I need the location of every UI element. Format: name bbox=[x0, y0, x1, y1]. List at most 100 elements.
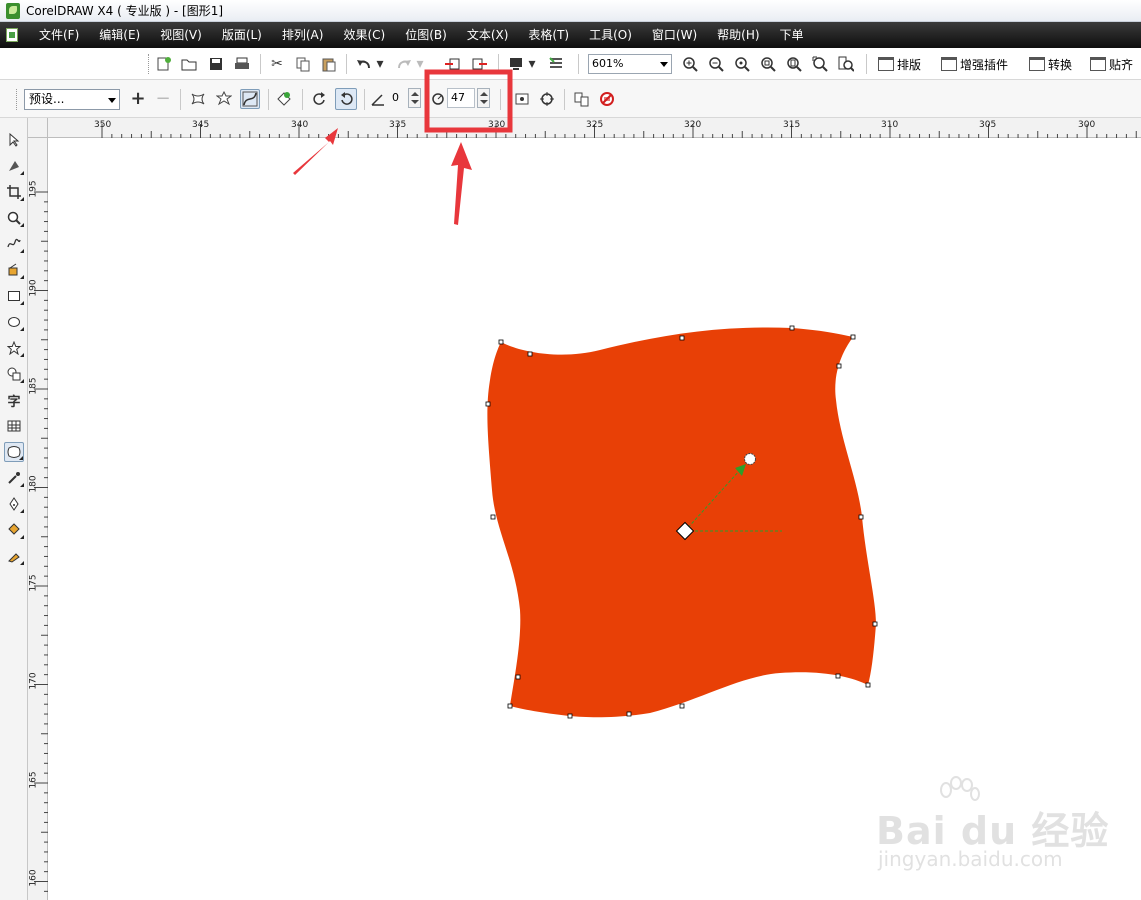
convert-distortion-icon[interactable] bbox=[537, 89, 557, 109]
export-icon[interactable] bbox=[470, 54, 490, 74]
convert-icon bbox=[1029, 57, 1045, 71]
coreldraw-window: CorelDRAW X4 ( 专业版 ) - [图形1] 文件(F) 编辑(E)… bbox=[0, 0, 1141, 900]
undo-dropdown-icon[interactable]: ▾ bbox=[374, 54, 386, 74]
menu-effects[interactable]: 效果(C) bbox=[332, 22, 394, 48]
menu-order[interactable]: 下单 bbox=[769, 22, 813, 48]
zoom-out-icon[interactable] bbox=[706, 54, 726, 74]
rectangle-tool[interactable] bbox=[4, 286, 24, 306]
zoom-page-width-icon[interactable] bbox=[810, 54, 830, 74]
menu-view[interactable]: 视图(V) bbox=[149, 22, 211, 48]
watermark-url: jingyan.baidu.com bbox=[878, 847, 1063, 871]
application-launcher-icon[interactable] bbox=[506, 54, 526, 74]
redo-icon[interactable] bbox=[394, 54, 414, 74]
paste-icon[interactable] bbox=[319, 54, 339, 74]
freehand-tool[interactable] bbox=[4, 234, 24, 254]
welcome-screen-icon[interactable] bbox=[546, 54, 566, 74]
menu-window[interactable]: 窗口(W) bbox=[641, 22, 706, 48]
additional-degrees-icon bbox=[430, 89, 446, 109]
zoom-tool[interactable] bbox=[4, 208, 24, 228]
clockwise-rotation-icon[interactable] bbox=[310, 89, 330, 109]
menu-help[interactable]: 帮助(H) bbox=[706, 22, 768, 48]
zoom-page-height-icon[interactable] bbox=[836, 54, 856, 74]
eyedropper-tool[interactable] bbox=[4, 468, 24, 488]
polygon-tool[interactable] bbox=[4, 338, 24, 358]
delete-preset-icon[interactable]: − bbox=[153, 89, 173, 109]
ruler-label-300: 300 bbox=[1078, 120, 1096, 130]
vertical-ruler[interactable]: 195 190 185 180 175 170 165 160 bbox=[28, 138, 48, 900]
zoom-selected-icon[interactable] bbox=[732, 54, 752, 74]
plugin-button-snap[interactable]: 贴齐 bbox=[1090, 54, 1133, 74]
ruler-origin[interactable] bbox=[28, 118, 48, 138]
interactive-distortion-tool[interactable] bbox=[4, 442, 24, 462]
ruler-label-315: 315 bbox=[783, 120, 801, 130]
complete-rotations-field[interactable]: 0 bbox=[388, 88, 408, 108]
pick-tool[interactable] bbox=[4, 130, 24, 150]
complete-rotations-value: 0 bbox=[392, 91, 399, 104]
typeset-icon bbox=[878, 57, 894, 71]
standard-toolbar: ✂ ▾ ▾ ▾ 601% 排版 增强插件 转换 贴齐 bbox=[0, 48, 1141, 80]
menu-edit[interactable]: 编辑(E) bbox=[88, 22, 149, 48]
zoom-level-select[interactable]: 601% bbox=[588, 54, 672, 74]
undo-icon[interactable] bbox=[354, 54, 374, 74]
ruler-label-310: 310 bbox=[881, 120, 899, 130]
preset-value: 预设... bbox=[29, 92, 65, 106]
table-tool[interactable] bbox=[4, 416, 24, 436]
zipper-distortion-icon[interactable] bbox=[214, 89, 234, 109]
outline-pen-tool[interactable] bbox=[4, 494, 24, 514]
zoom-all-objects-icon[interactable] bbox=[758, 54, 778, 74]
add-new-distortion-icon[interactable] bbox=[274, 89, 294, 109]
coreldraw-app-icon bbox=[6, 2, 20, 19]
menu-tools[interactable]: 工具(O) bbox=[578, 22, 641, 48]
import-icon[interactable] bbox=[443, 54, 463, 74]
basic-shapes-tool[interactable] bbox=[4, 364, 24, 384]
open-folder-icon[interactable] bbox=[179, 54, 199, 74]
shape-tool[interactable] bbox=[4, 156, 24, 176]
ruler-label-175: 175 bbox=[28, 574, 39, 592]
menu-file[interactable]: 文件(F) bbox=[28, 22, 88, 48]
additional-degrees-field[interactable]: 47 bbox=[447, 88, 475, 108]
plugin-button-convert[interactable]: 转换 bbox=[1029, 54, 1072, 74]
cut-icon[interactable]: ✂ bbox=[267, 54, 287, 74]
ellipse-tool[interactable] bbox=[4, 312, 24, 332]
redo-dropdown-icon[interactable]: ▾ bbox=[414, 54, 426, 74]
ruler-label-195: 195 bbox=[28, 180, 39, 198]
toolbar-grip[interactable] bbox=[16, 89, 19, 110]
print-icon[interactable] bbox=[232, 54, 252, 74]
toolbox: 字 bbox=[0, 118, 28, 900]
twister-distortion-icon[interactable] bbox=[240, 89, 260, 109]
plugin-button-enhanced[interactable]: 增强插件 bbox=[941, 54, 1008, 74]
copy-distortion-properties-icon[interactable] bbox=[572, 89, 592, 109]
menu-arrange[interactable]: 排列(A) bbox=[271, 22, 333, 48]
interactive-fill-tool[interactable] bbox=[4, 546, 24, 566]
save-icon[interactable] bbox=[206, 54, 226, 74]
launcher-dropdown-icon[interactable]: ▾ bbox=[526, 54, 538, 74]
clear-distortion-icon[interactable] bbox=[597, 89, 617, 109]
push-pull-distortion-icon[interactable] bbox=[188, 89, 208, 109]
menu-table[interactable]: 表格(T) bbox=[517, 22, 578, 48]
document-icon[interactable] bbox=[6, 28, 18, 42]
separator bbox=[866, 54, 867, 74]
plugin-button-typeset[interactable]: 排版 bbox=[878, 54, 921, 74]
plugin-label-enhanced: 增强插件 bbox=[960, 57, 1009, 72]
crop-tool[interactable] bbox=[4, 182, 24, 202]
menu-bitmaps[interactable]: 位图(B) bbox=[394, 22, 456, 48]
zoom-in-icon[interactable] bbox=[680, 54, 700, 74]
copy-icon[interactable] bbox=[293, 54, 313, 74]
ruler-label-185: 185 bbox=[28, 377, 39, 395]
additional-degrees-spinner[interactable] bbox=[477, 88, 490, 108]
center-distortion-icon[interactable] bbox=[512, 89, 532, 109]
menu-layout[interactable]: 版面(L) bbox=[211, 22, 271, 48]
plugin-label-typeset: 排版 bbox=[897, 57, 922, 72]
smart-fill-tool[interactable] bbox=[4, 260, 24, 280]
text-tool[interactable]: 字 bbox=[4, 390, 24, 410]
counterclockwise-rotation-icon[interactable] bbox=[335, 88, 357, 110]
zoom-page-icon[interactable] bbox=[784, 54, 804, 74]
complete-rotations-spinner[interactable] bbox=[408, 88, 421, 108]
preset-select[interactable]: 预设... bbox=[24, 89, 120, 110]
new-document-icon[interactable] bbox=[154, 54, 174, 74]
fill-tool[interactable] bbox=[4, 520, 24, 540]
horizontal-ruler[interactable]: 350 345 340 335 330 325 320 315 310 305 … bbox=[48, 118, 1141, 138]
toolbar-grip[interactable] bbox=[148, 54, 151, 74]
menu-text[interactable]: 文本(X) bbox=[456, 22, 518, 48]
add-preset-icon[interactable]: + bbox=[128, 89, 148, 109]
